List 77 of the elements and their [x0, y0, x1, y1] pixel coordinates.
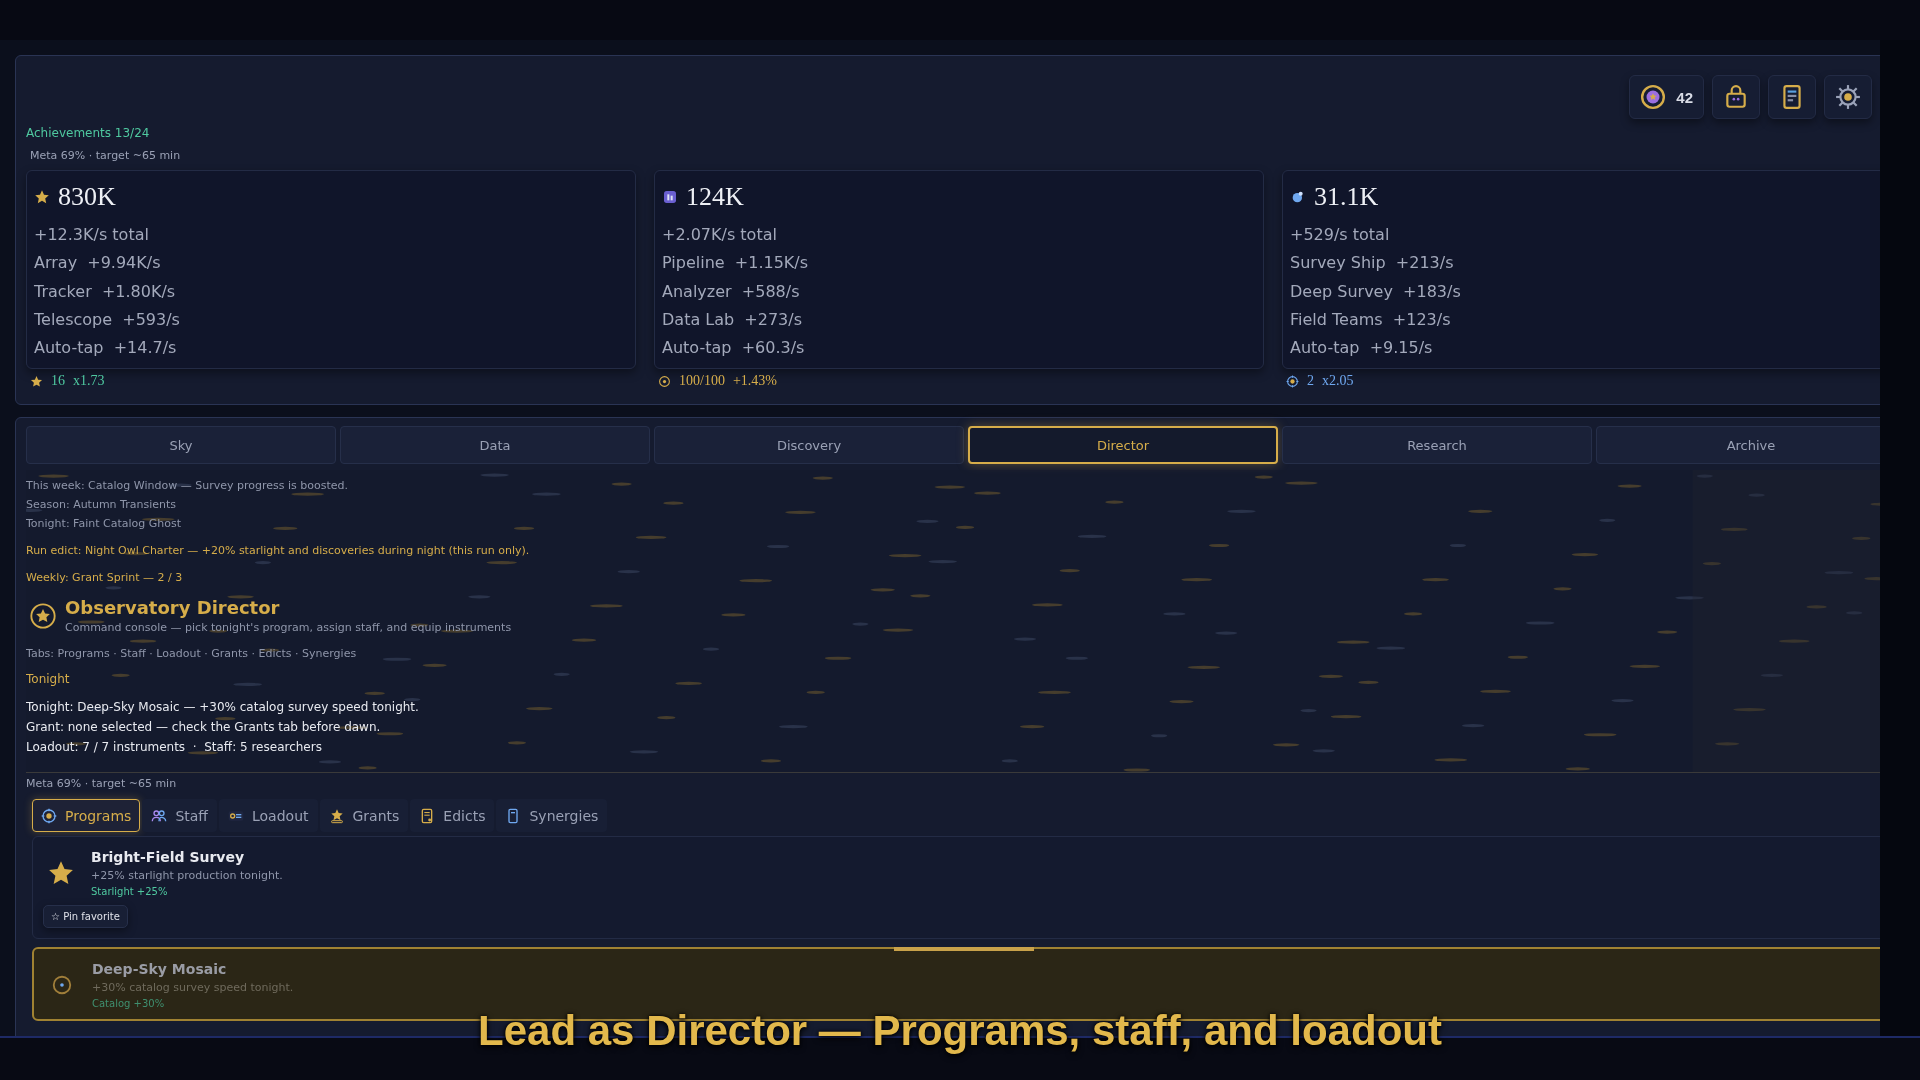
- people-icon: [151, 807, 168, 824]
- source-rate: Analyzer +588/s: [662, 280, 801, 303]
- main-tab[interactable]: Sky: [26, 426, 336, 464]
- ring-icon: [658, 375, 671, 388]
- target-icon: [51, 974, 73, 996]
- program-effect: Catalog +30%: [92, 998, 166, 1009]
- total-rate: +2.07K/s total: [662, 224, 778, 246]
- multiplier-text: 2: [1307, 373, 1314, 390]
- total-rate: +529/s total: [1290, 224, 1391, 246]
- sub-tab[interactable]: Staff: [142, 799, 217, 832]
- multiplier-text: +1.43%: [732, 373, 777, 390]
- pin-favorite-button[interactable]: ☆ Pin favorite: [43, 905, 128, 928]
- program-name: Bright-Field Survey: [91, 849, 246, 865]
- compass-icon: [1286, 375, 1299, 388]
- source-rate: Field Teams +123/s: [1290, 308, 1452, 331]
- resource-amount: 830K: [58, 182, 116, 212]
- sub-tab[interactable]: Synergies: [496, 799, 608, 832]
- notice-text: Season: Autumn Transients: [26, 497, 177, 513]
- toolbar-button[interactable]: [1824, 75, 1872, 119]
- program-name: Deep-Sky Mosaic: [92, 961, 228, 977]
- currency-badge[interactable]: 42: [1629, 75, 1704, 119]
- edict-text: Run edict: Night Owl Charter — +20% starlight and discoveries during night (this run only).: [26, 543, 531, 559]
- main-tab[interactable]: Data: [340, 426, 650, 464]
- program-description: +30% catalog survey speed tonight.: [92, 981, 294, 994]
- main-tab[interactable]: Research: [1282, 426, 1592, 464]
- coin-icon: [1640, 84, 1667, 110]
- multiplier-text: 16: [51, 373, 65, 390]
- program-description: +25% starlight production tonight.: [91, 869, 283, 882]
- main-tab[interactable]: Discovery: [654, 426, 964, 464]
- drop-icon: [1290, 189, 1306, 205]
- source-rate: Survey Ship +213/s: [1290, 252, 1455, 275]
- source-rate: Auto-tap +60.3/s: [662, 337, 806, 360]
- meta-text: Meta 69% · target ~65 min: [29, 149, 182, 162]
- source-rate: Tracker +1.80K/s: [34, 280, 177, 303]
- meta-text: Meta 69% · target ~65 min: [26, 777, 178, 790]
- source-rate: Array +9.94K/s: [34, 252, 162, 275]
- compass-icon: [41, 807, 57, 824]
- section-heading: Tonight: [26, 672, 71, 686]
- program-effect: Starlight +25%: [91, 886, 169, 897]
- director-subtitle: Command console — pick tonight's program, assign staff, and equip instruments: [65, 621, 512, 634]
- sub-tab[interactable]: Grants: [319, 799, 409, 832]
- summary-line: Loadout: 7 / 7 instruments · Staff: 5 researchers: [26, 739, 323, 756]
- resource-amount: 124K: [686, 182, 744, 212]
- program-card[interactable]: Bright-Field Survey +25% starlight production tonight. Starlight +25% ☆ Pin favorite: [32, 836, 1880, 939]
- source-rate: Auto-tap +9.15/s: [1290, 337, 1434, 360]
- source-rate: Data Lab +273/s: [662, 308, 803, 331]
- multiplier-text: x2.05: [1322, 373, 1354, 390]
- star-badge-icon: [29, 601, 57, 630]
- source-rate: Auto-tap +14.7/s: [34, 337, 178, 360]
- toolbar-button[interactable]: [1768, 75, 1816, 119]
- notice-text: Tonight: Faint Catalog Ghost: [26, 516, 182, 532]
- notice-text: This week: Catalog Window — Survey progress is boosted.: [26, 478, 349, 494]
- resource-amount: 31.1K: [1314, 182, 1379, 212]
- summary-line: Grant: none selected — check the Grants tab before dawn.: [26, 719, 382, 736]
- star-trophy-icon: [328, 807, 345, 824]
- source-rate: Telescope +593/s: [34, 308, 181, 331]
- tabs-hint: Tabs: Programs · Staff · Loadout · Grants · Edicts · Synergies: [26, 646, 358, 662]
- toolbar-button[interactable]: [1712, 75, 1760, 119]
- sub-tab[interactable]: Programs: [32, 799, 141, 832]
- chart-icon: [662, 189, 678, 205]
- star-icon: [30, 375, 43, 388]
- source-rate: Pipeline +1.15K/s: [662, 252, 810, 275]
- multiplier-text: x1.73: [73, 373, 105, 390]
- sub-tab[interactable]: Loadout: [219, 799, 318, 832]
- achievements-label: Achievements 13/24: [26, 126, 151, 140]
- settings-icon: [1835, 84, 1861, 110]
- multiplier-text: 100/100: [679, 373, 725, 390]
- main-tab[interactable]: Director: [968, 426, 1278, 464]
- star-icon: [34, 189, 50, 205]
- summary-line: Tonight: Deep-Sky Mosaic — +30% catalog survey speed tonight.: [26, 699, 420, 716]
- sub-tab[interactable]: Edicts: [410, 799, 495, 832]
- main-tab[interactable]: Archive: [1596, 426, 1880, 464]
- source-rate: Deep Survey +183/s: [1290, 280, 1462, 303]
- total-rate: +12.3K/s total: [34, 224, 150, 246]
- currency-count: 42: [1676, 88, 1693, 106]
- director-title: Observatory Director: [65, 597, 281, 618]
- weekly-text: Weekly: Grant Sprint — 2 / 3: [26, 570, 184, 586]
